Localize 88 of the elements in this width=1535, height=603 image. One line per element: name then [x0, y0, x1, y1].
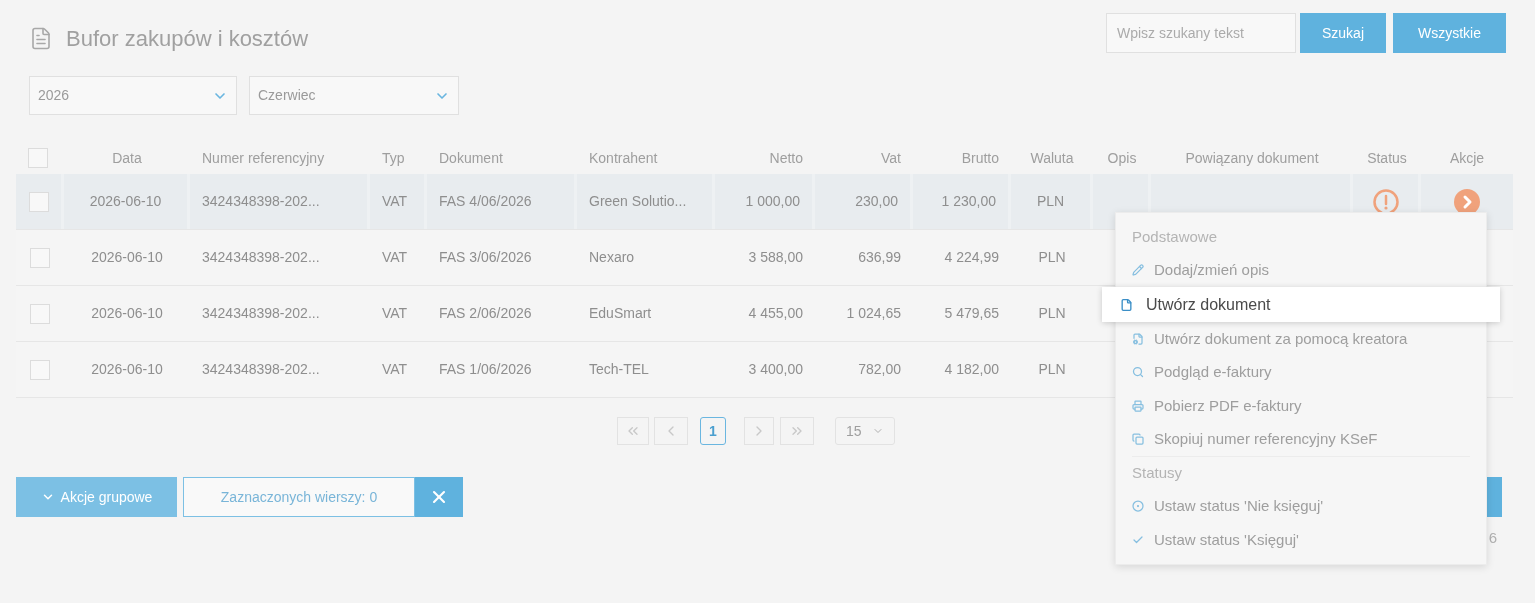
table-cell-text: 2026-06-10 — [91, 360, 163, 379]
pencil-icon — [1132, 264, 1144, 277]
table-cell-text: Green Solutio... — [589, 192, 687, 211]
column-header: Numer referencyjny — [202, 148, 325, 168]
search-button[interactable]: Szukaj — [1300, 13, 1386, 53]
column-header: Dokument — [439, 148, 503, 168]
table-cell-text: 3 400,00 — [748, 360, 803, 379]
table-cell-text: Nexaro — [589, 248, 635, 267]
table-cell-text: VAT — [382, 360, 408, 379]
table-cell-text: PLN — [1036, 192, 1065, 211]
menu-item[interactable]: Skopiuj numer referencyjny KSeF — [1132, 422, 1470, 456]
table-cell-text: VAT — [382, 248, 408, 267]
table-cell-text: 3424348398-202... — [202, 192, 320, 211]
table-cell-text: 782,00 — [858, 360, 901, 379]
table-cell-text: PLN — [1038, 304, 1066, 323]
checkbox[interactable] — [30, 303, 50, 324]
search-field[interactable]: Wpisz szukany tekst — [1106, 13, 1296, 53]
checkbox[interactable] — [28, 191, 49, 212]
table-cell-text: 3424348398-202... — [202, 360, 320, 379]
table-cell-text: 5 479,65 — [944, 304, 999, 323]
page-button[interactable]: 1 — [700, 417, 726, 445]
bulk-actions-button[interactable]: Akcje grupowe — [16, 477, 177, 517]
warning-icon — [1372, 188, 1399, 215]
document-icon — [29, 25, 53, 52]
page-title: Bufor zakupów i kosztów — [66, 25, 309, 53]
table-cell-text: PLN — [1038, 248, 1066, 267]
table-cell-text: 1 230,00 — [941, 192, 996, 211]
page-size-dropdown[interactable]: 15 — [835, 417, 895, 445]
next-page-button[interactable] — [744, 417, 774, 445]
table-cell-text: 2026-06-10 — [89, 192, 162, 211]
table-row[interactable]: 2026-06-10 3424348398-202... VAT FAS 4/06/2026 Green Solutio... 1 000,00 230,00 1 230,00 PLN — [16, 174, 1513, 230]
column-header: Brutto — [961, 148, 999, 168]
column-header: Status — [1367, 148, 1407, 168]
actions-button[interactable] — [1454, 188, 1480, 215]
copy-icon — [1132, 433, 1144, 446]
table-cell-text: PLN — [1038, 360, 1066, 379]
footer-text: 6 — [1488, 528, 1497, 548]
column-header: Akcje — [1449, 148, 1485, 168]
column-header: Typ — [382, 148, 405, 168]
last-page-button[interactable] — [780, 417, 814, 445]
menu-item[interactable]: Dodaj/zmień opis — [1132, 253, 1470, 287]
table-cell-text: 3424348398-202... — [202, 304, 320, 323]
menu-item[interactable]: Utwórz dokument — [1102, 287, 1500, 322]
search-icon — [1132, 366, 1144, 379]
column-header: Waluta — [1030, 148, 1074, 168]
table-cell-text: 2026-06-10 — [91, 304, 163, 323]
file-gear-icon — [1132, 332, 1144, 345]
column-header: Netto — [769, 148, 803, 168]
menu-item[interactable]: Ustaw status 'Nie księguj' — [1132, 489, 1470, 523]
checkbox[interactable] — [28, 148, 48, 168]
table-cell-text: 1 024,65 — [846, 304, 901, 323]
column-header: Opis — [1107, 148, 1137, 168]
table-cell-text: 4 455,00 — [748, 304, 803, 323]
table-cell-text: EduSmart — [589, 304, 652, 323]
table-cell-text: 3 588,00 — [748, 248, 803, 267]
table-cell-text: VAT — [382, 304, 408, 323]
table-cell-text: FAS 4/06/2026 — [439, 192, 532, 211]
table-cell-text: 3424348398-202... — [202, 248, 320, 267]
table-cell-text: 1 000,00 — [745, 192, 800, 211]
table-cell-text: 230,00 — [855, 192, 898, 211]
table-cell-text: 4 224,99 — [944, 248, 999, 267]
file-icon — [1120, 297, 1133, 312]
table-cell-text: VAT — [382, 192, 408, 211]
year-dropdown[interactable]: 2026 — [29, 76, 237, 115]
month-dropdown[interactable]: Czerwiec — [249, 76, 459, 115]
menu-item[interactable]: Ustaw status 'Księguj' — [1132, 523, 1470, 557]
checkbox[interactable] — [30, 247, 50, 268]
menu-item[interactable]: Podgląd e-faktury — [1132, 355, 1470, 389]
table-cell-text: Tech-TEL — [589, 360, 649, 379]
first-page-button[interactable] — [617, 417, 649, 445]
table-cell-text: FAS 2/06/2026 — [439, 304, 532, 323]
previous-page-button[interactable] — [654, 417, 688, 445]
table-cell-text: 636,99 — [858, 248, 901, 267]
column-header: Powiązany dokument — [1185, 148, 1319, 168]
selected-rows-counter: Zaznaczonych wierszy: 0 — [183, 477, 415, 517]
column-header: Vat — [881, 148, 901, 168]
table-cell-text: FAS 3/06/2026 — [439, 248, 532, 267]
column-header: Kontrahent — [589, 148, 658, 168]
checkbox[interactable] — [30, 359, 50, 380]
table-cell-text: FAS 1/06/2026 — [439, 360, 532, 379]
table-cell-text: 2026-06-10 — [91, 248, 163, 267]
show-all-button[interactable]: Wszystkie — [1393, 13, 1506, 53]
dot-circle-icon — [1132, 500, 1144, 513]
menu-section-label: Statusy — [1132, 463, 1183, 483]
table-cell-text: 4 182,00 — [944, 360, 999, 379]
column-header: Data — [112, 148, 142, 168]
clear-selection-button[interactable] — [415, 477, 463, 517]
printer-icon — [1132, 399, 1144, 412]
